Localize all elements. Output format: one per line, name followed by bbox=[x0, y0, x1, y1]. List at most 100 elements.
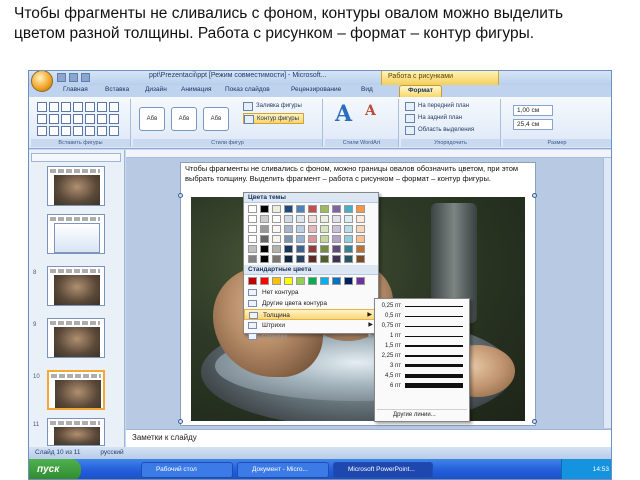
color-swatch[interactable] bbox=[260, 277, 269, 285]
color-swatch[interactable] bbox=[296, 277, 305, 285]
color-swatch[interactable] bbox=[320, 235, 329, 243]
color-swatch[interactable] bbox=[296, 205, 305, 213]
color-swatch[interactable] bbox=[308, 235, 317, 243]
weight-option[interactable]: 0,25 пт bbox=[375, 301, 469, 311]
notes-pane[interactable]: Заметки к слайду bbox=[126, 429, 611, 447]
weight-option[interactable]: 4,5 пт bbox=[375, 371, 469, 381]
color-swatch[interactable] bbox=[260, 245, 269, 253]
undo-icon[interactable] bbox=[69, 73, 78, 82]
color-swatch[interactable] bbox=[284, 235, 293, 243]
color-swatch[interactable] bbox=[296, 225, 305, 233]
color-swatch[interactable] bbox=[296, 215, 305, 223]
tab-design[interactable]: Дизайн bbox=[145, 86, 167, 93]
color-swatch[interactable] bbox=[344, 225, 353, 233]
tab-view[interactable]: Вид bbox=[361, 86, 373, 93]
slide-thumbnail[interactable] bbox=[47, 418, 105, 446]
color-swatch[interactable] bbox=[356, 215, 365, 223]
slide-thumbnail[interactable] bbox=[47, 266, 105, 306]
shape-style-1[interactable]: Абв bbox=[139, 107, 165, 131]
weight-item[interactable]: Толщина ▶ bbox=[244, 309, 378, 320]
tab-review[interactable]: Рецензирование bbox=[291, 86, 341, 93]
slide-thumbnail-selected[interactable] bbox=[47, 370, 105, 410]
slide-thumbnail[interactable] bbox=[47, 318, 105, 358]
more-lines-item[interactable]: Другие линии... bbox=[377, 409, 467, 419]
color-swatch[interactable] bbox=[284, 205, 293, 213]
color-swatch[interactable] bbox=[260, 235, 269, 243]
tab-insert[interactable]: Вставка bbox=[105, 86, 129, 93]
color-swatch[interactable] bbox=[248, 255, 257, 263]
color-swatch[interactable] bbox=[308, 255, 317, 263]
weight-option[interactable]: 1,5 пт bbox=[375, 341, 469, 351]
color-swatch[interactable] bbox=[284, 255, 293, 263]
color-swatch[interactable] bbox=[308, 225, 317, 233]
text-fill-icon[interactable]: A bbox=[365, 103, 376, 119]
selection-handle[interactable] bbox=[532, 193, 537, 198]
weight-option[interactable]: 6 пт bbox=[375, 381, 469, 391]
color-swatch[interactable] bbox=[344, 235, 353, 243]
weight-option[interactable]: 2,25 пт bbox=[375, 351, 469, 361]
vertical-scrollbar[interactable] bbox=[603, 158, 611, 428]
color-swatch[interactable] bbox=[272, 255, 281, 263]
weight-option[interactable]: 0,5 пт bbox=[375, 311, 469, 321]
slide-thumbnail[interactable] bbox=[47, 166, 105, 206]
color-swatch[interactable] bbox=[320, 255, 329, 263]
save-icon[interactable] bbox=[57, 73, 66, 82]
color-swatch[interactable] bbox=[272, 245, 281, 253]
color-swatch[interactable] bbox=[248, 225, 257, 233]
pane-tabs[interactable] bbox=[31, 153, 121, 162]
color-swatch[interactable] bbox=[344, 245, 353, 253]
color-swatch[interactable] bbox=[332, 225, 341, 233]
tab-slideshow[interactable]: Показ слайдов bbox=[225, 86, 270, 93]
office-button[interactable] bbox=[31, 71, 53, 92]
color-swatch[interactable] bbox=[320, 277, 329, 285]
color-swatch[interactable] bbox=[344, 215, 353, 223]
slide-text-box[interactable]: Чтобы фрагменты не сливались с фоном, мо… bbox=[185, 164, 533, 184]
color-swatch[interactable] bbox=[260, 225, 269, 233]
dashes-item[interactable]: Штрихи ▶ bbox=[244, 320, 378, 331]
shape-style-2[interactable]: Абв bbox=[171, 107, 197, 131]
color-swatch[interactable] bbox=[272, 205, 281, 213]
color-swatch[interactable] bbox=[248, 245, 257, 253]
width-field[interactable]: 25,4 см bbox=[513, 119, 553, 130]
color-swatch[interactable] bbox=[248, 205, 257, 213]
color-swatch[interactable] bbox=[320, 245, 329, 253]
wordart-a-icon[interactable]: A bbox=[335, 101, 352, 127]
taskbar-item[interactable]: Рабочий стол bbox=[141, 462, 233, 478]
weight-option[interactable]: 0,75 пт bbox=[375, 321, 469, 331]
color-swatch[interactable] bbox=[356, 205, 365, 213]
color-swatch[interactable] bbox=[308, 245, 317, 253]
color-swatch[interactable] bbox=[332, 205, 341, 213]
redo-icon[interactable] bbox=[81, 73, 90, 82]
color-swatch[interactable] bbox=[320, 215, 329, 223]
selection-handle[interactable] bbox=[532, 419, 537, 424]
no-outline-item[interactable]: Нет контура bbox=[244, 287, 378, 298]
start-button[interactable]: пуск bbox=[29, 459, 81, 479]
color-swatch[interactable] bbox=[284, 277, 293, 285]
selection-pane-button[interactable]: Область выделения bbox=[405, 125, 474, 136]
slide-thumbnail[interactable] bbox=[47, 214, 105, 254]
color-swatch[interactable] bbox=[320, 205, 329, 213]
tab-format[interactable]: Формат bbox=[399, 85, 442, 97]
color-swatch[interactable] bbox=[356, 277, 365, 285]
color-swatch[interactable] bbox=[332, 277, 341, 285]
more-colors-item[interactable]: Другие цвета контура bbox=[244, 298, 378, 309]
color-swatch[interactable] bbox=[320, 225, 329, 233]
color-swatch[interactable] bbox=[248, 215, 257, 223]
color-swatch[interactable] bbox=[344, 255, 353, 263]
color-swatch[interactable] bbox=[356, 235, 365, 243]
color-swatch[interactable] bbox=[332, 255, 341, 263]
color-swatch[interactable] bbox=[272, 215, 281, 223]
send-back-button[interactable]: На задний план bbox=[405, 113, 462, 124]
weight-option[interactable]: 1 пт bbox=[375, 331, 469, 341]
taskbar-item[interactable]: Документ - Micro... bbox=[237, 462, 329, 478]
color-swatch[interactable] bbox=[356, 255, 365, 263]
selection-handle[interactable] bbox=[178, 419, 183, 424]
color-swatch[interactable] bbox=[308, 215, 317, 223]
shape-fill-button[interactable]: Заливка фигуры bbox=[243, 101, 302, 112]
color-swatch[interactable] bbox=[344, 205, 353, 213]
color-swatch[interactable] bbox=[260, 205, 269, 213]
color-swatch[interactable] bbox=[356, 225, 365, 233]
color-swatch[interactable] bbox=[272, 225, 281, 233]
color-swatch[interactable] bbox=[296, 235, 305, 243]
color-swatch[interactable] bbox=[272, 277, 281, 285]
